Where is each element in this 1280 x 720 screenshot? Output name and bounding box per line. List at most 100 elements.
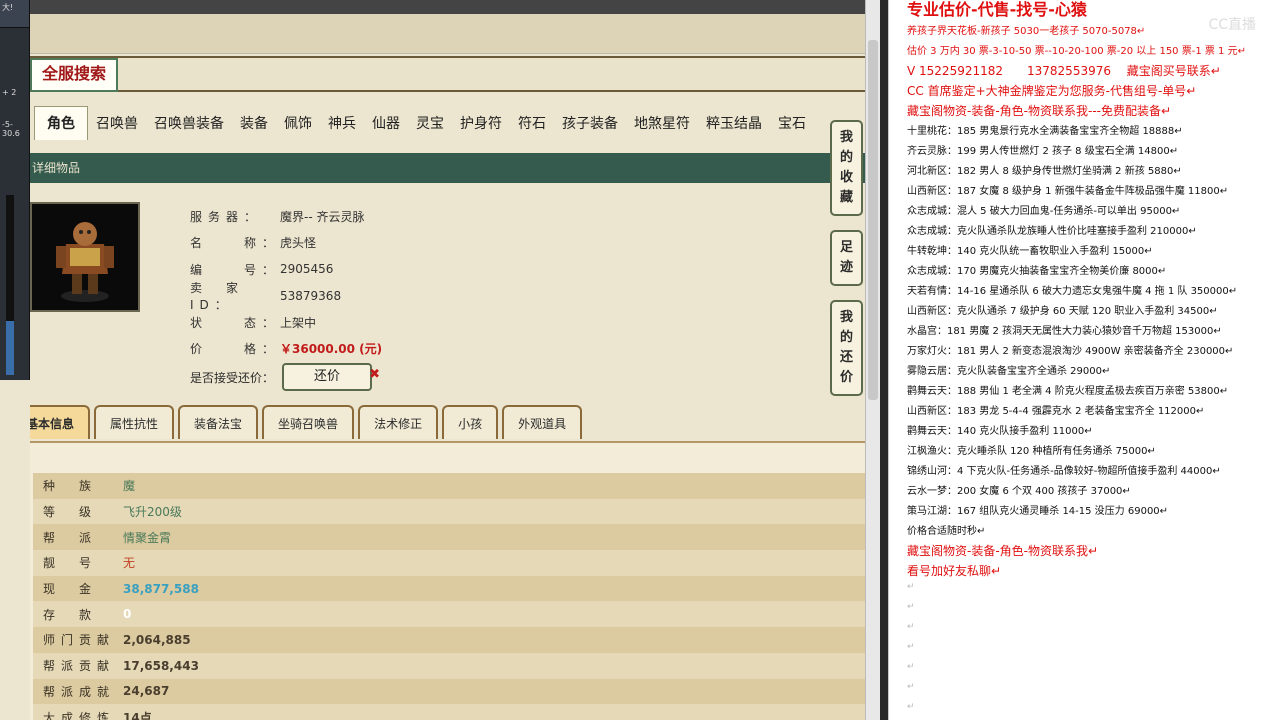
- mixer-row: -5-30.6: [2, 120, 20, 138]
- mixer-row: + 2: [2, 88, 17, 97]
- counter-offer-button-label: 还价: [314, 369, 341, 384]
- attribute-key: 等 级: [43, 505, 98, 520]
- attribute-value: 2,064,885: [123, 632, 191, 647]
- tab-role[interactable]: 角色: [34, 106, 88, 140]
- item-info: 服务器： 魔界-- 齐云灵脉 名 称： 虎头怪 编 号： 2905456 卖 家 ID…: [190, 203, 382, 362]
- doc-line: 雾隐云居：克火队装备宝宝齐全通杀 29000↵: [907, 366, 1111, 377]
- tab-child-equip[interactable]: 孩子装备: [554, 113, 626, 133]
- attribute-table: 种 族 魔等 级 飞升200级帮 派 情聚金霄靓 号 无现 金 38,877,588 存 款…: [33, 473, 865, 720]
- status-value: 上架中: [280, 315, 317, 330]
- attribute-key: 帮派成就: [43, 684, 116, 699]
- doc-line: ↵: [907, 602, 915, 612]
- doc-line: ↵: [907, 702, 915, 712]
- doc-line: 山西新区：克火队通杀 7 级护身 60 天赋 120 职业入手盈利 34500↵: [907, 306, 1218, 317]
- doc-line: ↵: [907, 642, 915, 652]
- tab-basic-info[interactable]: 基本信息: [30, 405, 91, 439]
- mixer-label: 大!: [2, 3, 14, 12]
- tab-gem[interactable]: 宝石: [770, 113, 814, 133]
- tab-equipment[interactable]: 装备法宝: [178, 405, 259, 439]
- search-bar: [30, 56, 865, 92]
- tab-jade-crystal[interactable]: 粹玉结晶: [698, 113, 770, 133]
- category-tabs: 角色 召唤兽 召唤兽装备 装备 佩饰 神兵 仙器 灵宝 护身符 符石 孩子装备 …: [30, 106, 865, 140]
- doc-line: 牛转乾坤：140 克火队统一畜牧职业入手盈利 15000↵: [907, 246, 1153, 257]
- tab-spirit-treasure[interactable]: 灵宝: [408, 113, 452, 133]
- tab-summon[interactable]: 召唤兽: [88, 113, 146, 133]
- doc-line: ↵: [907, 682, 915, 692]
- counter-offer-button[interactable]: 还价 ✖: [282, 363, 380, 391]
- id-value: 2905456: [280, 262, 334, 277]
- server-search-button[interactable]: 全服搜索: [30, 58, 118, 92]
- doc-line: 专业估价-代售-找号-心猿: [907, 0, 1087, 19]
- attribute-row: 等 级 飞升200级: [33, 498, 865, 525]
- info-label: 名 称：: [190, 236, 281, 251]
- my-favorites-button[interactable]: 我的收藏: [830, 120, 863, 216]
- attribute-row: 存 款 0: [33, 601, 865, 628]
- attribute-row: 靓 号无: [33, 550, 865, 576]
- attribute-key: 靓 号: [43, 556, 98, 571]
- info-label: 状 态：: [190, 315, 281, 330]
- doc-line: 鹳舞云天：188 男仙 1 老全满 4 阶克火程度孟极去疾百万亲密 53800↵: [907, 386, 1229, 397]
- attribute-value: 14点: [123, 710, 152, 720]
- mixer-header: 大!: [0, 0, 29, 28]
- doc-line: 山西新区：183 男龙 5-4-4 强霹克水 2 老装备宝宝齐全 112000↵: [907, 406, 1205, 417]
- close-icon: ✖: [369, 367, 381, 382]
- my-counter-offers-button[interactable]: 我的还价: [830, 300, 863, 396]
- doc-line: 锦绣山河：4 下克火队-任务通杀-品像较好-物超所值接手盈利 44000↵: [907, 466, 1221, 477]
- window-topbar: [30, 0, 865, 14]
- divider: [880, 0, 888, 720]
- vertical-scrollbar[interactable]: [865, 0, 880, 720]
- tab-rune-stone[interactable]: 符石: [510, 113, 554, 133]
- tab-star-talisman[interactable]: 地煞星符: [626, 113, 698, 133]
- price-value: ￥36000.00 (元): [280, 342, 383, 357]
- attribute-key: 存 款: [43, 607, 98, 622]
- doc-line: 众志成城：170 男魔克火抽装备宝宝齐全物美价廉 8000↵: [907, 266, 1167, 277]
- footprint-button[interactable]: 足迹: [830, 230, 863, 286]
- section-title: 详细物品: [30, 153, 865, 183]
- tab-immortal-artifact[interactable]: 仙器: [364, 113, 408, 133]
- info-label: 服务器：: [190, 209, 263, 224]
- attribute-row: 现 金 38,877,588: [33, 575, 865, 602]
- attribute-row: 师门贡献 2,064,885: [33, 627, 865, 653]
- info-label: 编 号：: [190, 262, 281, 277]
- info-row: 卖 家 ID： 53879368: [190, 281, 382, 312]
- tab-divine-weapon[interactable]: 神兵: [320, 113, 364, 133]
- info-label: 价 格：: [190, 342, 281, 357]
- doc-line: 十里桃花：185 男鬼景行克水全满装备宝宝齐全物超 18888↵: [907, 126, 1183, 137]
- doc-line: 众志成城：克火队通杀队龙族睡人性价比哇塞接手盈利 210000↵: [907, 226, 1197, 237]
- attribute-value: 飞升200级: [123, 505, 182, 520]
- counter-offer-label: 是否接受还价：: [190, 370, 275, 385]
- tab-attributes[interactable]: 属性抗性: [94, 405, 175, 439]
- attribute-value: 17,658,443: [123, 658, 199, 673]
- tab-mount-summon[interactable]: 坐骑召唤兽: [262, 405, 355, 439]
- attribute-row: 种 族魔: [33, 473, 865, 499]
- doc-line: 估价 3 万内 30 票-3-10-50 票--10-20-100 票-20 以…: [907, 46, 1246, 57]
- tab-spell-correction[interactable]: 法术修正: [358, 405, 439, 439]
- doc-line: 齐云灵脉：199 男人传世燃灯 2 孩子 8 级宝石全满 14800↵: [907, 146, 1179, 157]
- daw-mixer-strip: 大! + 2 -5-30.6: [0, 0, 30, 380]
- attribute-value: 0: [123, 607, 132, 622]
- doc-line: 看号加好友私聊↵: [907, 564, 1002, 578]
- doc-line: 藏宝阁物资-装备-角色-物资联系我---免费配装备↵: [907, 104, 1172, 118]
- tab-equip[interactable]: 装备: [232, 113, 276, 133]
- scrollbar-thumb[interactable]: [868, 40, 878, 400]
- attribute-key: 种 族: [43, 479, 98, 494]
- attribute-key: 大成修炼: [43, 710, 116, 720]
- doc-line: 养孩子界天花板-新孩子 5030一老孩子 5070-5078↵: [907, 26, 1146, 37]
- notes-document[interactable]: CC直播 专业估价-代售-找号-心猿 养孩子界天花板-新孩子 5030一老孩子 5…: [888, 0, 1280, 720]
- detail-tabs: 基本信息 属性抗性 装备法宝 坐骑召唤兽 法术修正 小孩 外观道具: [30, 405, 586, 439]
- tab-accessory[interactable]: 佩饰: [276, 113, 320, 133]
- attribute-row: 帮 派 情聚金霄: [33, 524, 865, 551]
- doc-line: 云水一梦：200 女魔 6 个双 400 孩孩子 37000↵: [907, 486, 1131, 497]
- tab-amulet[interactable]: 护身符: [452, 113, 510, 133]
- attribute-value: 情聚金霄: [123, 530, 172, 545]
- doc-line: 天若有情：14-16 星通杀队 6 破大力遗忘女鬼强牛魔 4 拖 1 队 350…: [907, 286, 1238, 297]
- tab-child[interactable]: 小孩: [442, 405, 499, 439]
- attribute-value: 38,877,588: [123, 581, 199, 596]
- header-banner: [30, 14, 865, 54]
- attribute-key: 现 金: [43, 582, 98, 597]
- side-nav-label: 足迹: [839, 240, 853, 275]
- character-portrait: [30, 202, 140, 312]
- tab-appearance[interactable]: 外观道具: [502, 405, 583, 439]
- tab-summon-equip[interactable]: 召唤兽装备: [146, 113, 232, 133]
- info-row: 价 格： ￥36000.00 (元): [190, 336, 382, 363]
